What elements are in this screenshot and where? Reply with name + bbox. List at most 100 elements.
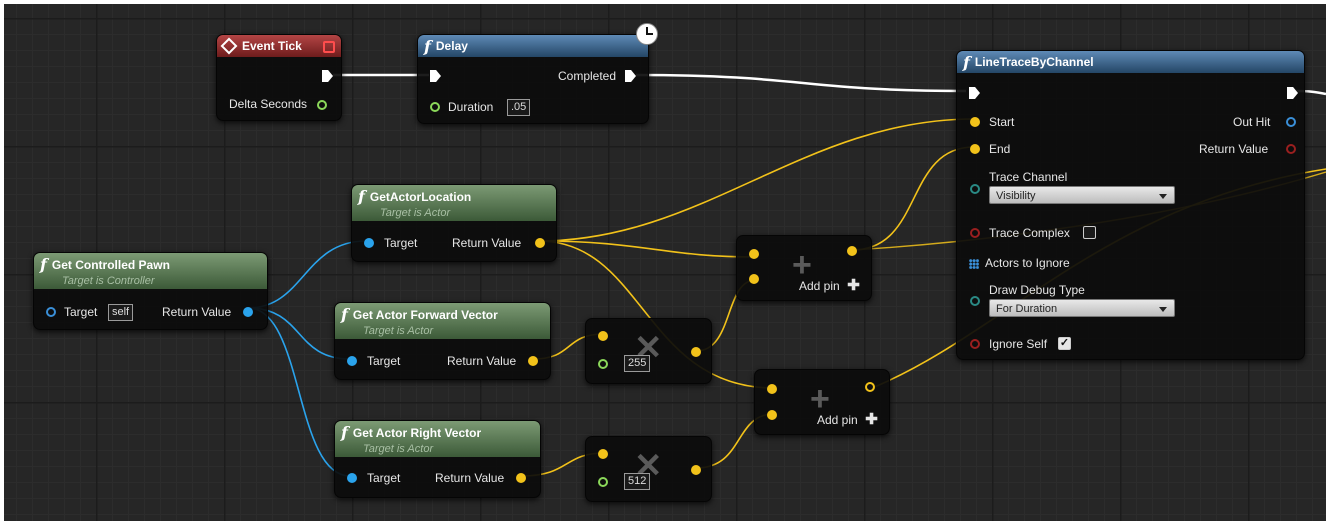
- multiply-2-b-pin[interactable]: [598, 477, 608, 487]
- pawn-return-label: Return Value: [162, 305, 232, 319]
- get-actor-location-node[interactable]: f GetActorLocation Target is Actor Targe…: [351, 184, 557, 262]
- draw-debug-dropdown[interactable]: For Duration: [989, 299, 1175, 317]
- function-icon: f: [341, 305, 348, 324]
- get-right-vector-node[interactable]: f Get Actor Right Vector Target is Actor…: [334, 420, 541, 498]
- multiply-2-out-pin[interactable]: [691, 465, 701, 475]
- add-2-out-pin[interactable]: [865, 382, 875, 392]
- right-return-pin[interactable]: [516, 473, 526, 483]
- multiply-1-b-pin[interactable]: [598, 359, 608, 369]
- ignore-self-label: Ignore Self: [989, 337, 1048, 351]
- start-label: Start: [989, 115, 1015, 129]
- event-tick-header: Event Tick: [217, 35, 341, 57]
- end-label: End: [989, 142, 1011, 156]
- duration-pin[interactable]: [430, 102, 440, 112]
- event-tick-title: Event Tick: [242, 39, 302, 53]
- trace-channel-value: Visibility: [996, 190, 1036, 202]
- multiply-node-2[interactable]: ✕ 512: [585, 436, 712, 502]
- add-icon: +: [792, 246, 812, 284]
- pawn-target-label: Target: [64, 305, 98, 319]
- function-icon: f: [341, 423, 348, 442]
- location-target-label: Target: [384, 236, 418, 250]
- out-hit-pin[interactable]: [1286, 117, 1296, 127]
- event-tick-exec-out-pin[interactable]: [322, 70, 333, 82]
- trace-complex-label: Trace Complex: [989, 226, 1070, 240]
- draw-debug-value: For Duration: [996, 303, 1058, 315]
- start-pin[interactable]: [970, 117, 980, 127]
- trace-channel-pin[interactable]: [970, 184, 980, 194]
- line-trace-header: f LineTraceByChannel: [957, 51, 1304, 73]
- multiply-1-out-pin[interactable]: [691, 347, 701, 357]
- plus-icon: ✚: [843, 277, 860, 294]
- vector-wire-location-start: [538, 118, 975, 242]
- multiply-2-value-input[interactable]: 512: [624, 473, 651, 490]
- duration-input[interactable]: .05: [507, 99, 531, 116]
- multiply-1-a-pin[interactable]: [598, 331, 608, 341]
- add-1-b-pin[interactable]: [749, 274, 759, 284]
- pawn-return-pin[interactable]: [243, 307, 253, 317]
- get-right-vector-header: f Get Actor Right Vector Target is Actor: [335, 421, 540, 457]
- get-actor-location-header: f GetActorLocation Target is Actor: [352, 185, 556, 221]
- line-trace-exec-in-pin[interactable]: [969, 87, 980, 99]
- ignore-self-pin[interactable]: [970, 339, 980, 349]
- pawn-self-input[interactable]: self: [108, 304, 134, 321]
- get-forward-vector-node[interactable]: f Get Actor Forward Vector Target is Act…: [334, 302, 551, 380]
- draw-debug-pin[interactable]: [970, 296, 980, 306]
- forward-target-pin[interactable]: [347, 356, 357, 366]
- actors-to-ignore-label: Actors to Ignore: [985, 256, 1070, 270]
- forward-return-pin[interactable]: [528, 356, 538, 366]
- get-right-vector-subtitle: Target is Actor: [363, 443, 434, 455]
- add-pin-label: Add pin: [799, 279, 840, 293]
- delay-completed-pin[interactable]: [625, 70, 636, 82]
- add-1-add-pin-button[interactable]: Add pin ✚: [799, 277, 860, 294]
- pawn-target-pin[interactable]: [46, 307, 56, 317]
- location-target-pin[interactable]: [364, 238, 374, 248]
- end-pin[interactable]: [970, 144, 980, 154]
- right-target-pin[interactable]: [347, 473, 357, 483]
- chevron-down-icon: [1159, 307, 1167, 312]
- add-2-a-pin[interactable]: [767, 384, 777, 394]
- delta-seconds-pin[interactable]: [317, 100, 327, 110]
- delay-node[interactable]: f Delay Completed Duration .05: [417, 23, 658, 124]
- function-icon: f: [358, 187, 365, 206]
- event-tick-node[interactable]: Event Tick Delta Seconds: [216, 34, 342, 121]
- add-2-b-pin[interactable]: [767, 410, 777, 420]
- right-return-label: Return Value: [435, 471, 505, 485]
- ignore-self-checkbox[interactable]: ✓: [1058, 337, 1071, 350]
- diamond-icon: [220, 37, 238, 55]
- delta-seconds-label: Delta Seconds: [229, 97, 308, 111]
- trace-channel-dropdown[interactable]: Visibility: [989, 186, 1175, 204]
- duration-label: Duration: [448, 100, 494, 114]
- trace-complex-checkbox[interactable]: [1083, 226, 1096, 239]
- multiply-node-1[interactable]: ✕ 255: [585, 318, 712, 384]
- draw-debug-label: Draw Debug Type: [989, 283, 1085, 297]
- add-1-out-pin[interactable]: [847, 246, 857, 256]
- add-node-1[interactable]: + Add pin ✚: [736, 235, 872, 301]
- multiply-2-a-pin[interactable]: [598, 449, 608, 459]
- multiply-1-value-input[interactable]: 255: [624, 355, 651, 372]
- function-icon: f: [963, 52, 970, 72]
- delay-exec-in-pin[interactable]: [430, 70, 441, 82]
- forward-return-label: Return Value: [447, 354, 517, 368]
- add-2-add-pin-button[interactable]: Add pin ✚: [817, 411, 878, 428]
- add-1-a-pin[interactable]: [749, 249, 759, 259]
- add-icon: +: [810, 380, 830, 418]
- trace-complex-pin[interactable]: [970, 228, 980, 238]
- blueprint-graph[interactable]: Event Tick Delta Seconds f Delay Complet…: [4, 4, 1326, 521]
- get-right-vector-title: Get Actor Right Vector: [352, 425, 482, 440]
- get-controlled-pawn-subtitle: Target is Controller: [62, 275, 155, 287]
- trace-channel-label: Trace Channel: [989, 170, 1068, 184]
- plus-icon: ✚: [861, 411, 878, 428]
- line-trace-exec-out-pin[interactable]: [1287, 87, 1298, 99]
- get-forward-vector-title: Get Actor Forward Vector: [352, 307, 498, 322]
- array-grid-icon[interactable]: [969, 259, 979, 269]
- location-return-pin[interactable]: [535, 238, 545, 248]
- add-pin-label: Add pin: [817, 413, 858, 427]
- get-forward-vector-header: f Get Actor Forward Vector Target is Act…: [335, 303, 550, 339]
- get-controlled-pawn-header: f Get Controlled Pawn Target is Controll…: [34, 253, 267, 289]
- add-node-2[interactable]: + Add pin ✚: [754, 369, 890, 435]
- get-controlled-pawn-node[interactable]: f Get Controlled Pawn Target is Controll…: [33, 252, 268, 330]
- line-trace-node[interactable]: f LineTraceByChannel Start Out Hit End R…: [956, 50, 1305, 360]
- delay-title: Delay: [435, 39, 468, 53]
- event-tick-delegate-icon[interactable]: [323, 41, 335, 53]
- return-value-pin[interactable]: [1286, 144, 1296, 154]
